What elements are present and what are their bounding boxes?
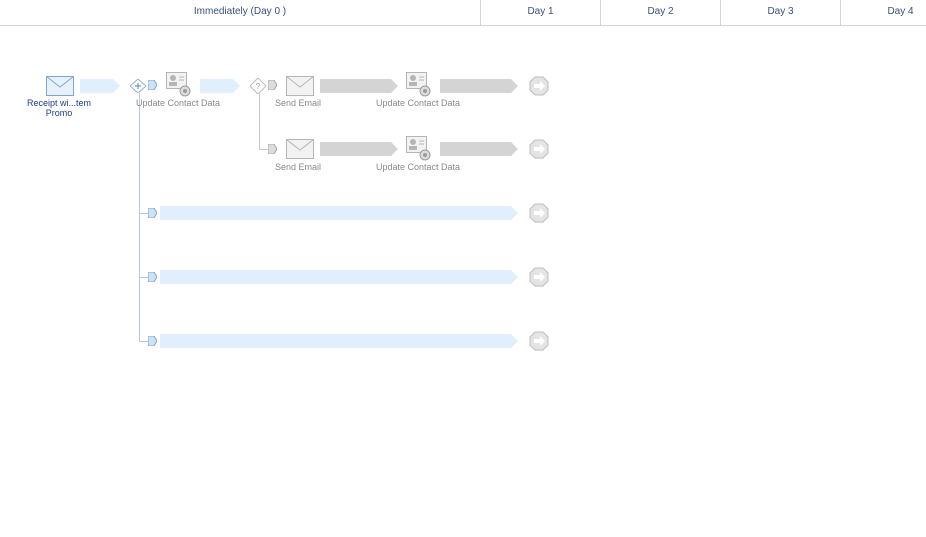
path-arrow bbox=[440, 142, 518, 156]
timeline-day-1[interactable]: Day 1 bbox=[480, 0, 600, 25]
branch-pin-icon[interactable] bbox=[148, 272, 157, 282]
path-arrow bbox=[320, 142, 398, 156]
svg-text:?: ? bbox=[256, 82, 261, 91]
decision-diamond-icon[interactable]: ? bbox=[250, 78, 266, 94]
envelope-icon bbox=[286, 139, 314, 159]
path-arrow bbox=[320, 79, 398, 93]
path-arrow bbox=[80, 79, 120, 93]
timeline-day-0[interactable]: Immediately (Day 0 ) bbox=[0, 0, 480, 25]
branch-pin-icon[interactable] bbox=[148, 80, 157, 90]
envelope-icon bbox=[46, 76, 74, 96]
contact-card-icon bbox=[166, 72, 191, 97]
empty-branch-path[interactable] bbox=[160, 334, 518, 348]
update-contact-label-b[interactable]: Update Contact Data bbox=[373, 162, 463, 172]
end-stop-icon[interactable] bbox=[529, 76, 549, 96]
contact-card-icon bbox=[406, 136, 431, 161]
end-stop-icon[interactable] bbox=[529, 331, 549, 351]
split-diamond-icon[interactable] bbox=[130, 79, 146, 93]
timeline-day-3[interactable]: Day 3 bbox=[720, 0, 840, 25]
empty-branch-path[interactable] bbox=[160, 270, 518, 284]
end-stop-icon[interactable] bbox=[529, 267, 549, 287]
path-arrow bbox=[440, 79, 518, 93]
start-node-label[interactable]: Receipt wi...tem Promo bbox=[14, 98, 104, 118]
send-email-node-b[interactable] bbox=[286, 139, 314, 164]
branch-pin-icon[interactable] bbox=[148, 208, 157, 218]
path-arrow bbox=[200, 79, 240, 93]
branch-pin-icon[interactable] bbox=[148, 336, 157, 346]
empty-branch-path[interactable] bbox=[160, 206, 518, 220]
end-stop-icon[interactable] bbox=[529, 139, 549, 159]
branch-pin-icon[interactable] bbox=[268, 80, 277, 90]
envelope-icon bbox=[286, 76, 314, 96]
send-email-label-b[interactable]: Send Email bbox=[253, 162, 343, 172]
update-contact-label-1[interactable]: Update Contact Data bbox=[133, 98, 223, 108]
send-email-label-a[interactable]: Send Email bbox=[253, 98, 343, 108]
end-stop-icon[interactable] bbox=[529, 203, 549, 223]
timeline-header: Immediately (Day 0 ) Day 1 Day 2 Day 3 D… bbox=[0, 0, 926, 26]
branch-connector bbox=[139, 93, 140, 341]
update-contact-label-a[interactable]: Update Contact Data bbox=[373, 98, 463, 108]
contact-card-icon bbox=[406, 72, 431, 97]
timeline-day-4[interactable]: Day 4 bbox=[840, 0, 926, 25]
workflow-canvas: Receipt wi...tem Promo Update Contact Da… bbox=[0, 26, 926, 537]
timeline-day-2[interactable]: Day 2 bbox=[600, 0, 720, 25]
branch-pin-icon[interactable] bbox=[268, 144, 277, 154]
